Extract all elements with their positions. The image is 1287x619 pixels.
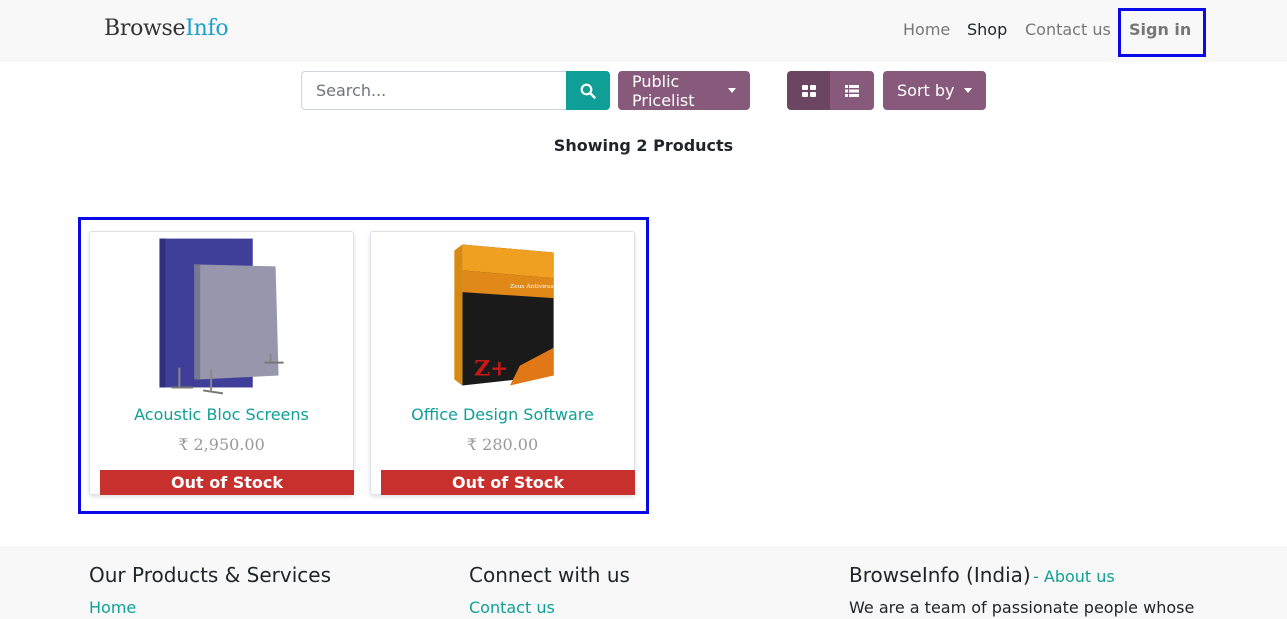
- pricelist-label: Public Pricelist: [632, 71, 695, 110]
- list-view-button[interactable]: [830, 71, 874, 110]
- svg-text:Zeus Antivirus: Zeus Antivirus: [510, 283, 554, 290]
- footer-products-title: Our Products & Services: [89, 563, 332, 587]
- list-icon: [845, 84, 859, 97]
- product-price: ₹ 2,950.00: [178, 435, 265, 454]
- nav-home[interactable]: Home: [903, 20, 950, 39]
- svg-text:Z+: Z+: [474, 357, 508, 382]
- out-of-stock-badge: Out of Stock: [100, 470, 354, 495]
- product-name[interactable]: Acoustic Bloc Screens: [90, 405, 353, 424]
- caret-down-icon: [963, 88, 972, 93]
- search-input[interactable]: [301, 71, 567, 110]
- footer-contact-link[interactable]: Contact us: [469, 598, 555, 617]
- product-image-acoustic-screens: [159, 238, 284, 395]
- product-card[interactable]: Zeus Antivirus Z+ Office Design Software…: [370, 231, 635, 495]
- footer-about-link[interactable]: - About us: [1033, 567, 1115, 586]
- grid-icon: [801, 84, 816, 97]
- nav-shop[interactable]: Shop: [967, 20, 1007, 39]
- sort-by-dropdown[interactable]: Sort by: [883, 71, 986, 110]
- products-count: Showing 2 Products: [553, 136, 734, 155]
- sort-by-label: Sort by: [897, 81, 955, 100]
- out-of-stock-badge: Out of Stock: [381, 470, 635, 495]
- brand-logo[interactable]: BrowseInfo: [104, 16, 229, 41]
- footer-about-label: About us: [1043, 567, 1115, 586]
- brand-text-accent: Info: [185, 16, 229, 41]
- footer-about-separator: -: [1033, 567, 1039, 586]
- brand-text-main: Browse: [104, 16, 186, 41]
- product-name[interactable]: Office Design Software: [371, 405, 634, 424]
- product-price: ₹ 280.00: [466, 435, 539, 454]
- caret-down-icon: [728, 88, 736, 93]
- pricelist-dropdown[interactable]: Public Pricelist: [618, 71, 750, 110]
- footer-home-link[interactable]: Home: [89, 598, 136, 617]
- footer-company-title: BrowseInfo (India): [849, 563, 1031, 587]
- product-card[interactable]: Acoustic Bloc Screens ₹ 2,950.00 Out of …: [89, 231, 354, 495]
- footer-company-description: We are a team of passionate people whose: [849, 598, 1195, 617]
- nav-contact-us[interactable]: Contact us: [1025, 20, 1111, 39]
- signin-link[interactable]: Sign in: [1129, 20, 1191, 39]
- footer-connect-title: Connect with us: [469, 563, 630, 587]
- grid-view-button[interactable]: [787, 71, 830, 110]
- product-image-software-box: Zeus Antivirus Z+: [454, 244, 554, 386]
- search-icon: [580, 83, 596, 99]
- search-button[interactable]: [566, 71, 610, 110]
